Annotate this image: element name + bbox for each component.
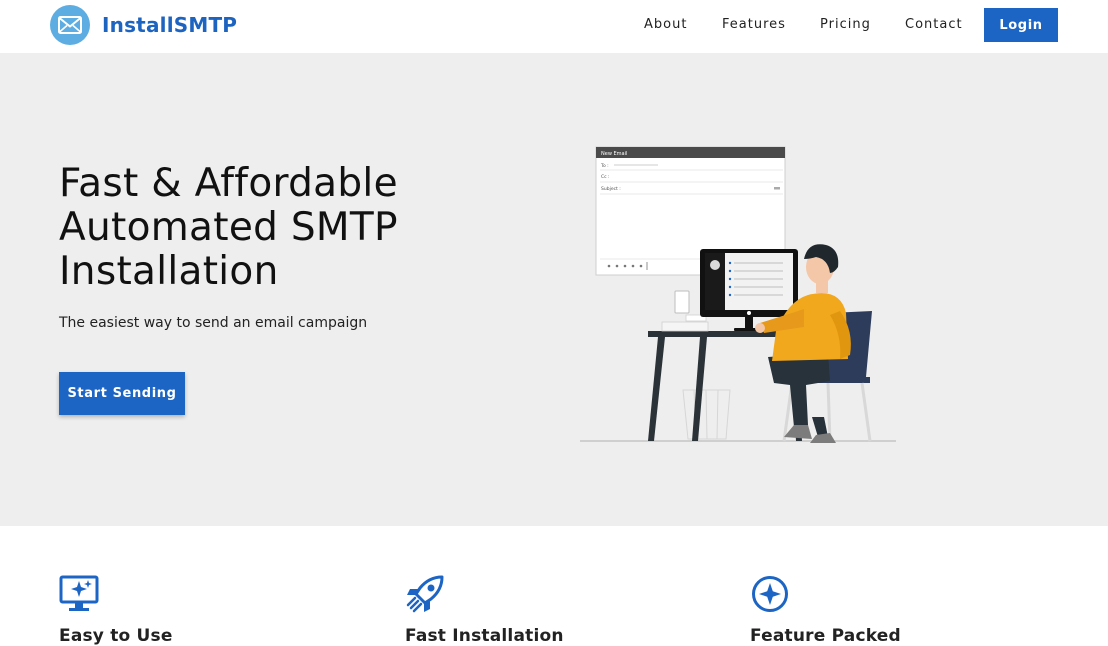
feature-title-easy-to-use: Easy to Use: [59, 626, 173, 646]
hero-subtitle: The easiest way to send an email campaig…: [59, 315, 368, 331]
top-navbar: InstallSMTP About Features Pricing Conta…: [0, 0, 1108, 53]
email-cc-label: Cc :: [601, 174, 610, 180]
hero-section: Fast & Affordable Automated SMTP Install…: [0, 53, 1108, 526]
feature-title-fast-installation: Fast Installation: [405, 626, 564, 646]
login-button[interactable]: Login: [984, 8, 1058, 42]
envelope-icon: [50, 5, 90, 45]
features-section: Easy to Use Fast Installation Feature Pa…: [0, 526, 1108, 646]
feature-title-feature-packed: Feature Packed: [750, 626, 901, 646]
nav-link-pricing[interactable]: Pricing: [820, 17, 871, 32]
hero-title-line-3: Installation: [59, 249, 279, 294]
feature-fast-installation: Fast Installation: [405, 574, 665, 646]
nav-link-features[interactable]: Features: [722, 17, 786, 32]
star-circle-icon: [752, 576, 788, 612]
nav-link-about[interactable]: About: [644, 17, 687, 32]
feature-easy-to-use: Easy to Use: [59, 574, 319, 646]
hero-title-line-2: Automated SMTP: [59, 205, 398, 250]
email-subject-label: Subject :: [601, 186, 621, 192]
hero-title: Fast & Affordable Automated SMTP Install…: [59, 162, 499, 294]
email-to-label: To :: [600, 163, 609, 169]
person-at-computer-illustration: New Email To : Cc : Subject :: [580, 146, 896, 443]
monitor-sparkle-icon: [59, 575, 99, 611]
rocket-icon: [406, 575, 444, 613]
brand-home-link[interactable]: InstallSMTP: [50, 5, 237, 45]
hero-title-line-1: Fast & Affordable: [59, 161, 398, 206]
email-window-title: New Email: [601, 151, 627, 157]
start-sending-button[interactable]: Start Sending: [59, 372, 185, 415]
wastebasket-graphic: [682, 389, 731, 440]
nav-link-contact[interactable]: Contact: [905, 17, 963, 32]
feature-feature-packed: Feature Packed: [750, 574, 1010, 646]
brand-name: InstallSMTP: [102, 13, 238, 37]
